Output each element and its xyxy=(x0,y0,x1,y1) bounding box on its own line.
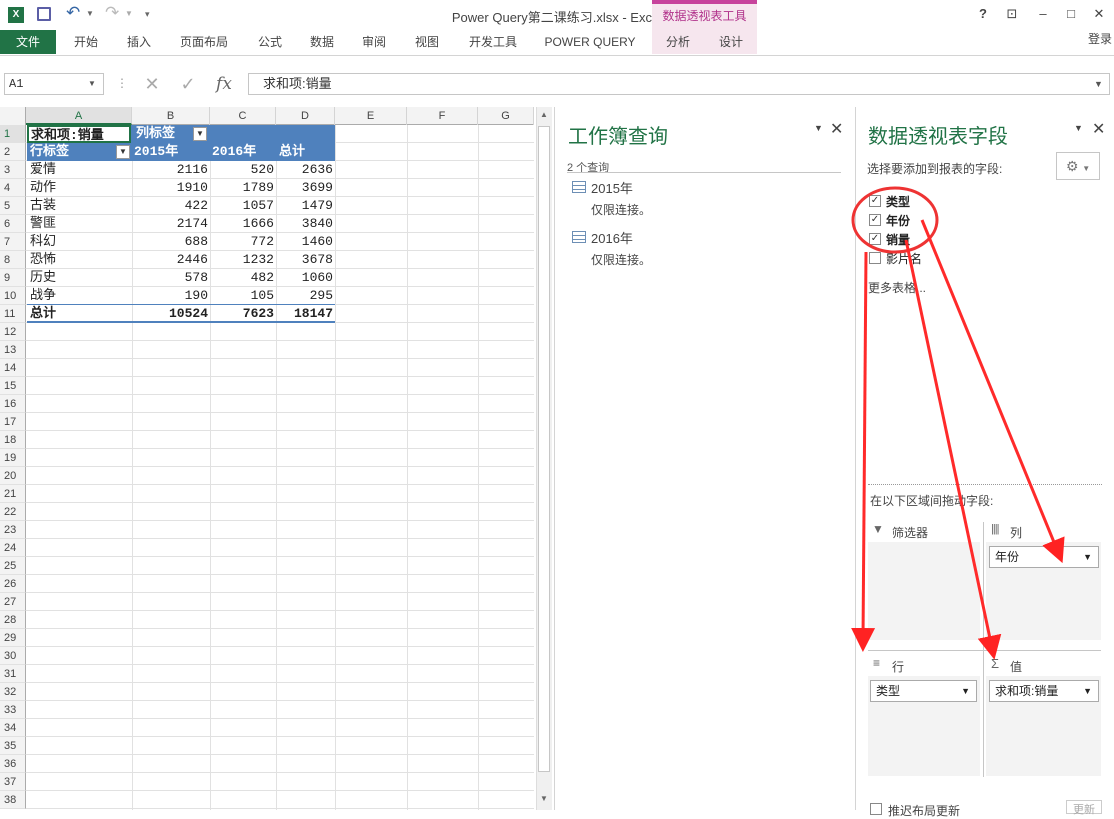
annotation-circle xyxy=(851,186,939,254)
annotation-overlay xyxy=(851,186,1065,660)
annotation-arrow-to-values xyxy=(904,239,1002,660)
annotation-arrow-to-columns xyxy=(920,219,1065,564)
annotation-arrow-to-rows xyxy=(851,251,876,652)
